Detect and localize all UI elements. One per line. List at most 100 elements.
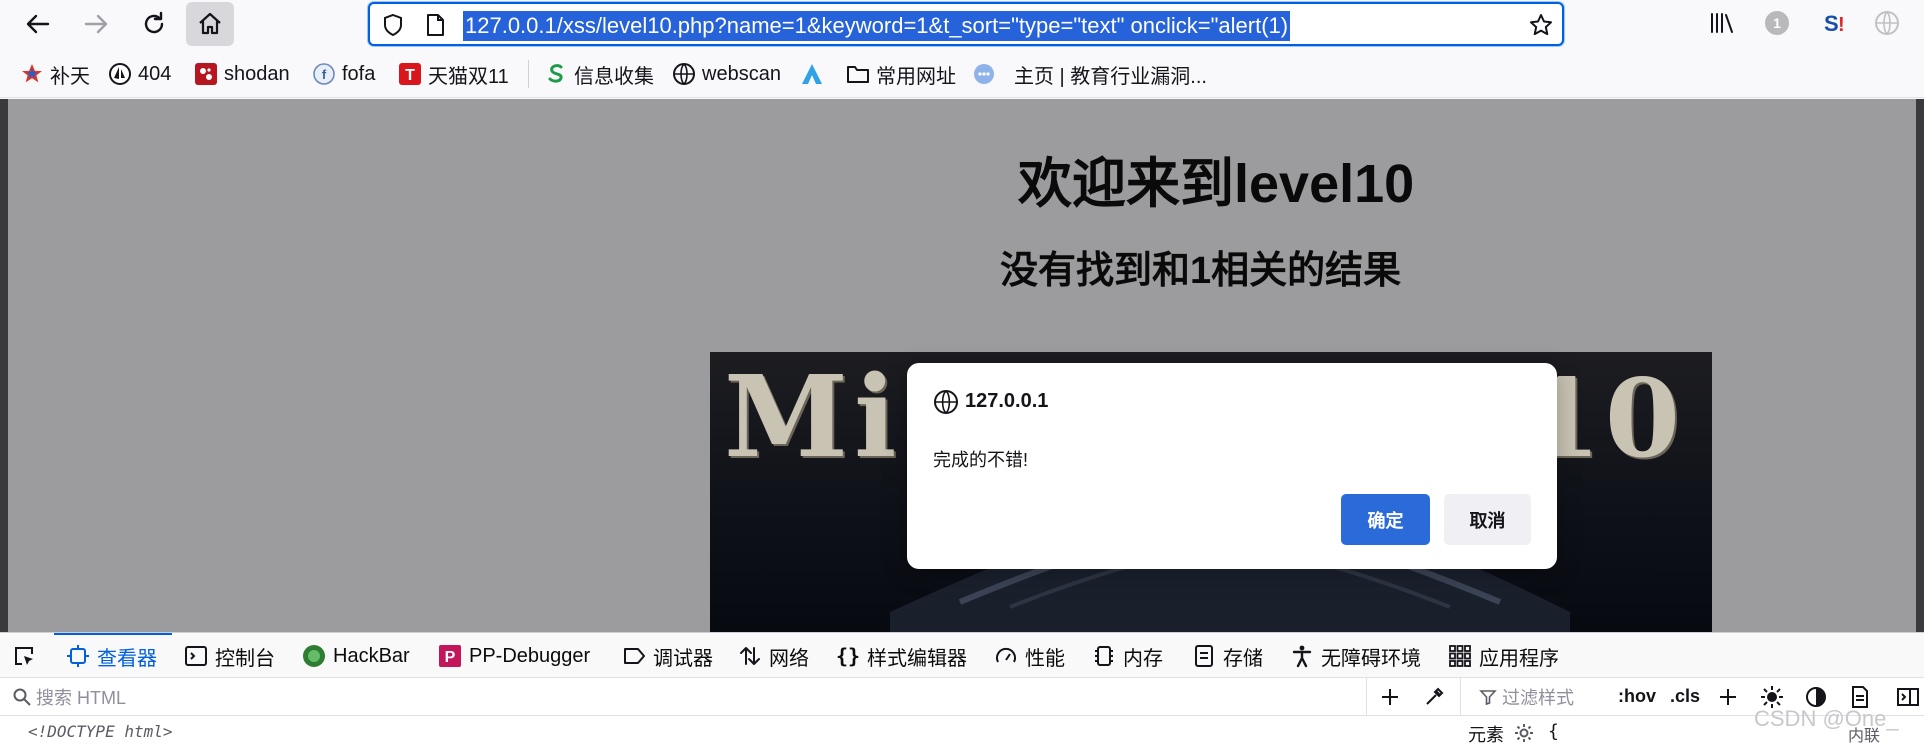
search-html-input[interactable]: 搜索 HTML bbox=[12, 684, 126, 710]
rule-open-brace: { bbox=[1548, 721, 1559, 742]
bookmark-edu-vuln[interactable]: 主页 | 教育行业漏洞... bbox=[1014, 61, 1207, 88]
performance-icon bbox=[994, 644, 1018, 668]
tab-label: 内存 bbox=[1123, 647, 1163, 670]
tab-label: 性能 bbox=[1025, 647, 1065, 670]
forward-button[interactable] bbox=[72, 2, 120, 46]
library-icon[interactable] bbox=[1706, 8, 1736, 38]
shield-icon[interactable] bbox=[380, 12, 406, 38]
url-text[interactable]: 127.0.0.1/xss/level10.php?name=1&keyword… bbox=[463, 11, 1291, 41]
extension-badge-count: 1 bbox=[1773, 15, 1781, 31]
bookmark-label: shodan bbox=[224, 62, 290, 85]
back-button[interactable] bbox=[14, 2, 62, 46]
forward-arrow-icon bbox=[84, 14, 108, 34]
tab-label: HackBar bbox=[333, 644, 410, 667]
bookmark-tmall[interactable]: T 天猫双11 bbox=[398, 61, 509, 88]
browser-window: 127.0.0.1/xss/level10.php?name=1&keyword… bbox=[0, 0, 1924, 746]
tab-label: 调试器 bbox=[653, 647, 713, 670]
element-picker-button[interactable] bbox=[12, 642, 43, 670]
bookmark-triangle[interactable] bbox=[800, 61, 830, 87]
tab-label: 无障碍环境 bbox=[1321, 647, 1421, 670]
bookmark-label: fofa bbox=[342, 62, 376, 85]
tab-label: 应用程序 bbox=[1479, 647, 1559, 670]
filter-styles-placeholder: 过滤样式 bbox=[1502, 688, 1574, 708]
bookmark-label: 404 bbox=[138, 62, 172, 85]
eyedropper-button[interactable] bbox=[1422, 685, 1446, 709]
tab-hackbar[interactable]: HackBar bbox=[302, 642, 410, 670]
url-bar[interactable]: 127.0.0.1/xss/level10.php?name=1&keyword… bbox=[368, 2, 1564, 46]
tab-performance[interactable]: 性能 bbox=[994, 642, 1065, 670]
bookmark-folder-common[interactable]: 常用网址 bbox=[846, 61, 956, 88]
sidebar-toggle-icon bbox=[1897, 688, 1919, 706]
extension-badge-icon[interactable]: 1 bbox=[1762, 8, 1792, 38]
bookmark-star-icon[interactable] bbox=[1528, 12, 1554, 38]
bookmark-shodan[interactable]: shodan bbox=[194, 61, 290, 87]
home-button[interactable] bbox=[186, 2, 234, 46]
triangle-logo-icon bbox=[800, 62, 824, 86]
page-subheading: 没有找到和1相关的结果 bbox=[1000, 250, 1402, 292]
memory-icon bbox=[1092, 644, 1116, 668]
bookmark-dots-logo[interactable] bbox=[972, 61, 1002, 87]
ok-button[interactable]: 确定 bbox=[1341, 494, 1430, 545]
doctype-node[interactable]: <!DOCTYPE html> bbox=[28, 722, 173, 741]
dialog-origin: 127.0.0.1 bbox=[965, 390, 1049, 412]
bookmark-info-gathering[interactable]: 信息收集 bbox=[544, 61, 654, 88]
window-edge-right bbox=[1916, 99, 1924, 632]
bookmarks-toolbar: 补天 404 shodan f fofa T 天猫双11 信息收集 websca… bbox=[0, 48, 1924, 98]
gear-icon[interactable] bbox=[1514, 723, 1534, 743]
bookmark-webscan[interactable]: webscan bbox=[672, 61, 781, 87]
tab-network[interactable]: 网络 bbox=[738, 642, 809, 670]
tab-application[interactable]: 应用程序 bbox=[1448, 642, 1559, 670]
svg-text:f: f bbox=[322, 67, 327, 82]
cls-toggle[interactable]: .cls bbox=[1670, 686, 1700, 707]
storage-icon bbox=[1192, 644, 1216, 668]
bookmark-butian[interactable]: 补天 bbox=[20, 61, 90, 88]
bookmark-fofa[interactable]: f fofa bbox=[312, 61, 375, 87]
filter-styles-input[interactable]: 过滤样式 bbox=[1478, 684, 1574, 710]
tab-label: 存储 bbox=[1223, 647, 1263, 670]
toggle-sidebar-button[interactable] bbox=[1896, 685, 1920, 709]
inline-label: 内联 bbox=[1848, 728, 1881, 745]
search-html-placeholder: 搜索 HTML bbox=[36, 688, 126, 708]
tab-pp-debugger[interactable]: P PP-Debugger bbox=[438, 642, 590, 670]
filter-icon bbox=[1479, 690, 1497, 706]
globe-extension-icon[interactable] bbox=[1872, 8, 1902, 38]
debugger-icon bbox=[622, 644, 646, 668]
tab-debugger[interactable]: 调试器 bbox=[622, 642, 713, 670]
fofa-icon: f bbox=[312, 62, 336, 86]
bookmark-404[interactable]: 404 bbox=[108, 61, 171, 87]
reload-button[interactable] bbox=[130, 2, 178, 46]
tab-memory[interactable]: 内存 bbox=[1092, 642, 1163, 670]
tab-label: 控制台 bbox=[215, 647, 275, 670]
network-icon bbox=[738, 644, 762, 668]
hov-toggle[interactable]: :hov bbox=[1618, 686, 1656, 707]
folder-icon bbox=[846, 62, 870, 86]
home-icon bbox=[199, 12, 221, 35]
element-rule-label: 元素 bbox=[1468, 725, 1504, 745]
bookmark-label: 信息收集 bbox=[574, 65, 654, 88]
cancel-button[interactable]: 取消 bbox=[1444, 494, 1531, 545]
tab-style-editor[interactable]: {} 样式编辑器 bbox=[836, 642, 967, 670]
add-node-button[interactable] bbox=[1378, 685, 1402, 709]
bookmark-label: 常用网址 bbox=[876, 65, 956, 88]
tab-label: PP-Debugger bbox=[469, 644, 591, 667]
plus-icon bbox=[1720, 689, 1736, 705]
tab-console[interactable]: 控制台 bbox=[184, 642, 275, 670]
page-icon[interactable] bbox=[422, 12, 448, 38]
page-content: 欢迎来到level10 没有找到和1相关的结果 Mis 10 127.0.0.1… bbox=[8, 99, 1924, 632]
dialog-message: 完成的不错! bbox=[933, 450, 1029, 470]
globe-icon bbox=[934, 390, 958, 414]
navigation-toolbar: 127.0.0.1/xss/level10.php?name=1&keyword… bbox=[0, 0, 1924, 48]
svg-text:T: T bbox=[405, 67, 415, 84]
devtools-panel: 查看器 控制台 HackBar P PP-Debugger 调试器 网络 {} … bbox=[0, 632, 1924, 746]
devtools-tab-bar: 查看器 控制台 HackBar P PP-Debugger 调试器 网络 {} … bbox=[0, 633, 1924, 678]
element-picker-icon bbox=[12, 644, 36, 668]
svg-text:S: S bbox=[1824, 11, 1839, 36]
tab-inspector[interactable]: 查看器 bbox=[66, 642, 157, 670]
inspector-icon bbox=[66, 644, 90, 668]
s-extension-icon[interactable]: S! bbox=[1820, 8, 1850, 38]
add-rule-button[interactable] bbox=[1716, 685, 1740, 709]
tab-accessibility[interactable]: 无障碍环境 bbox=[1290, 642, 1421, 670]
tab-storage[interactable]: 存储 bbox=[1192, 642, 1263, 670]
s-logo-icon bbox=[544, 62, 568, 86]
back-arrow-icon bbox=[26, 14, 50, 34]
